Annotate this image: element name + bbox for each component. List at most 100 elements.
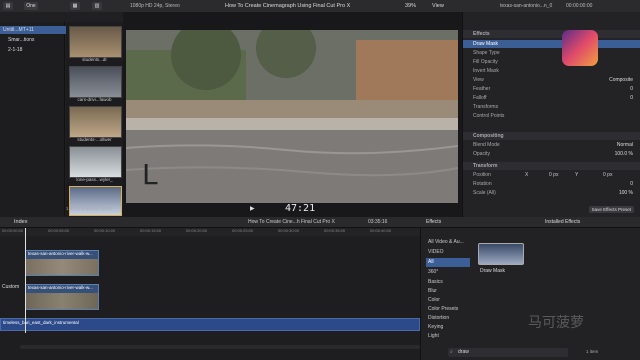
timeline-ruler[interactable]: 00:00:00:00 00:00:05:00 00:00:10:00 00:0… (0, 228, 420, 236)
effects-category[interactable]: Color (426, 296, 470, 305)
play-icon[interactable]: ▶ (250, 205, 255, 212)
thumbnail-selected[interactable] (69, 186, 122, 216)
feather-label: Feather (473, 86, 491, 92)
draw-mask-label[interactable]: Draw Mask (473, 40, 498, 48)
watermark: 马可菠萝 (528, 315, 584, 331)
view-value[interactable]: Composite (609, 76, 633, 84)
ruler-tick: 00:00:05:00 (48, 228, 70, 233)
video-frame[interactable]: L (126, 30, 458, 203)
timeline-project-title: How To Create Cine...h Final Cut Pro X (248, 219, 335, 225)
clip-label: texas-san-antonio-river-walk-w... (28, 251, 93, 256)
ruler-tick: 00:00:40:00 (370, 228, 392, 233)
control-points-label[interactable]: Control Points (473, 112, 504, 120)
project-title: How To Create Cinemagraph Using Final Cu… (225, 3, 351, 9)
clip-timecode: 00:00:00:00 (566, 3, 593, 9)
custom-label: Custom (2, 284, 20, 290)
thumbnail[interactable] (69, 106, 122, 138)
browser-status: 1 of 30 selected, 10:23 (66, 206, 112, 211)
playhead[interactable] (25, 228, 26, 333)
effects-search-input[interactable]: ⌕ draw (448, 348, 568, 357)
position-label: Position (473, 172, 491, 178)
draw-mask-effect-label: Draw Mask (480, 268, 506, 274)
effects-category[interactable]: Basics (426, 278, 470, 287)
thumbnail-label: cars-drivi...fawob (77, 97, 112, 102)
inspector-icon[interactable]: ▥ (92, 2, 102, 10)
effects-category[interactable]: Distortion (426, 314, 470, 323)
position-y-label: Y (575, 172, 579, 178)
transform-header[interactable]: Transform (473, 162, 497, 170)
effects-browser-tab[interactable]: Effects (426, 219, 441, 225)
timeline-duration: 03:35:16 (368, 219, 388, 225)
search-icon: ⌕ (450, 349, 453, 355)
thumbnail[interactable] (69, 26, 122, 58)
effects-category[interactable]: Color Presets (426, 305, 470, 314)
thumbnail-label: students...dr (82, 57, 107, 62)
search-value: draw (458, 349, 469, 355)
browser-icon[interactable]: ▦ (70, 2, 80, 10)
video-clip-top[interactable]: texas-san-antonio-river-walk-w... (25, 250, 99, 276)
audio-track[interactable]: timeless_bari_east_dark_instrumental (0, 318, 420, 331)
compositing-header[interactable]: Compositing (473, 132, 504, 140)
ruler-tick: 00:00:20:00 (186, 228, 208, 233)
video-scene (126, 30, 458, 203)
inspector-panel: Effects Draw Mask Shape Type Fill Opacit… (462, 12, 640, 217)
ruler-tick: 00:00:30:00 (278, 228, 300, 233)
view-label: View (473, 77, 484, 83)
effects-section-header[interactable]: Effects (473, 30, 490, 38)
clip-thumbnails: students...dr cars-drivi...fawob student… (66, 22, 123, 217)
blend-mode-label: Blend Mode (473, 142, 500, 148)
thumbnail-label: students-...oltwer (77, 137, 112, 142)
view-dropdown[interactable]: View (432, 3, 444, 9)
effects-category[interactable]: Light (426, 332, 470, 341)
draw-mask-thumbnail[interactable] (478, 243, 524, 265)
effects-category[interactable]: All Video & Au... (426, 238, 470, 247)
library-sidebar: Untitl...MT+11 Smar...tions 2-1-18 (0, 22, 67, 217)
final-cut-pro-logo-icon (562, 30, 598, 66)
ruler-tick: 00:00:10:00 (94, 228, 116, 233)
library-button[interactable]: One (24, 2, 38, 10)
zoom-dropdown[interactable]: 39% (405, 3, 416, 9)
library-item-smart-collections[interactable]: Smar...tions (8, 36, 34, 44)
invert-mask-label: Invert Mask (473, 68, 499, 74)
save-effects-preset-button[interactable]: Save Effects Preset (588, 206, 634, 213)
scale-label: Scale (All) (473, 190, 496, 196)
index-button[interactable]: Index (14, 219, 27, 225)
falloff-label: Falloff (473, 95, 487, 101)
falloff-value[interactable]: 0 (630, 94, 633, 102)
timeline-scrollbar[interactable] (20, 345, 420, 349)
rotation-value[interactable]: 0 (630, 180, 633, 188)
position-x-value[interactable]: 0 px (549, 171, 558, 179)
thumbnail[interactable] (69, 146, 122, 178)
effects-category[interactable]: 360° (426, 268, 470, 277)
overlay-letter: L (142, 158, 158, 191)
thumbnail-label: lone-pass...wyler_ (76, 177, 113, 182)
transforms-label[interactable]: Transforms (473, 103, 498, 111)
effects-category[interactable]: VIDEO (426, 248, 470, 257)
ruler-tick: 00:00:35:00 (324, 228, 346, 233)
ruler-tick: 00:00:00:00 (2, 228, 24, 233)
installed-effects-dropdown[interactable]: Installed Effects (545, 219, 580, 225)
position-x-label: X (525, 172, 529, 178)
shape-type-label: Shape Type (473, 50, 500, 56)
timeline-toolbar: Index How To Create Cine...h Final Cut P… (0, 217, 640, 228)
opacity-value[interactable]: 100.0 % (615, 150, 633, 158)
scale-value[interactable]: 100 % (619, 189, 633, 197)
fill-opacity-label: Fill Opacity (473, 59, 498, 65)
position-y-value[interactable]: 0 px (603, 171, 612, 179)
feather-value[interactable]: 0 (630, 85, 633, 93)
effects-category[interactable]: Blur (426, 287, 470, 296)
ruler-tick: 00:00:15:00 (140, 228, 162, 233)
resolution-label: 1080p HD 24p, Stereo (130, 3, 180, 9)
library-icon[interactable]: ▤ (3, 2, 13, 10)
video-clip-primary[interactable]: texas-san-antonio-river-walk-w... (25, 284, 99, 310)
blend-mode-value[interactable]: Normal (617, 141, 633, 149)
ruler-tick: 00:00:25:00 (232, 228, 254, 233)
effects-category[interactable]: Keying (426, 323, 470, 332)
thumbnail[interactable] (69, 66, 122, 98)
effects-count: 1 item (586, 349, 599, 354)
library-item-event[interactable]: 2-1-18 (8, 46, 22, 54)
toolbar: ▤ One ▦ ▥ 1080p HD 24p, Stereo How To Cr… (0, 0, 640, 12)
library-item-untitled[interactable]: Untitl...MT+11 (0, 26, 67, 34)
viewer-timecode: 47:21 (285, 203, 316, 214)
effects-category-selected[interactable]: All (426, 258, 470, 267)
